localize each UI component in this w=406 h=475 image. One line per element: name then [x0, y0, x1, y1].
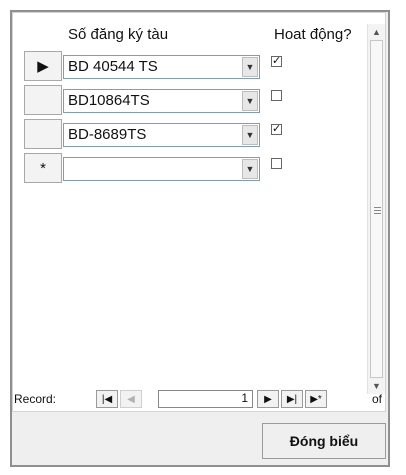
- record-of-label: of: [372, 392, 383, 406]
- close-form-button[interactable]: Đóng biểu: [262, 423, 386, 459]
- record-label: Record:: [14, 392, 57, 406]
- vessel-value: BD 40544 TS: [68, 58, 158, 75]
- active-checkbox-1[interactable]: ✓: [271, 56, 282, 67]
- record-navigation-bar: Record: |◀ ◀ 1 ▶ ▶| ▶* of: [14, 388, 382, 410]
- record-selector-current[interactable]: ▶: [24, 51, 62, 81]
- next-record-icon[interactable]: ▶: [257, 390, 279, 408]
- dropdown-arrow-icon[interactable]: ▼: [242, 159, 258, 179]
- record-number-input[interactable]: 1: [158, 390, 253, 408]
- vessel-value: BD10864TS: [68, 92, 150, 109]
- record-selector-new[interactable]: *: [24, 153, 62, 183]
- first-record-icon[interactable]: |◀: [96, 390, 118, 408]
- last-record-icon[interactable]: ▶|: [281, 390, 303, 408]
- column-header-active: Hoat động?: [274, 26, 352, 43]
- dropdown-arrow-icon[interactable]: ▼: [242, 125, 258, 145]
- scrollbar-grip-icon: [374, 210, 381, 211]
- vertical-scrollbar[interactable]: ▲ ▼: [367, 24, 385, 394]
- record-selector[interactable]: [24, 119, 62, 149]
- vessel-combo-3[interactable]: BD-8689TS ▼: [63, 123, 260, 147]
- active-checkbox-3[interactable]: ✓: [271, 124, 282, 135]
- scrollbar-grip-icon: [374, 213, 381, 214]
- vessel-combo-1[interactable]: BD 40544 TS ▼: [63, 55, 260, 79]
- prev-record-icon[interactable]: ◀: [120, 390, 142, 408]
- scrollbar-thumb[interactable]: [370, 40, 383, 378]
- record-selector[interactable]: [24, 85, 62, 115]
- vessel-value: BD-8689TS: [68, 126, 147, 143]
- dropdown-arrow-icon[interactable]: ▼: [242, 91, 258, 111]
- vessel-combo-new[interactable]: ▼: [63, 157, 260, 181]
- scroll-up-arrow-icon[interactable]: ▲: [368, 24, 385, 40]
- active-checkbox-new[interactable]: [271, 158, 282, 169]
- active-checkbox-2[interactable]: [271, 90, 282, 101]
- new-record-icon[interactable]: ▶*: [305, 390, 327, 408]
- vessel-combo-2[interactable]: BD10864TS ▼: [63, 89, 260, 113]
- scrollbar-grip-icon: [374, 207, 381, 208]
- dropdown-arrow-icon[interactable]: ▼: [242, 57, 258, 77]
- column-header-vessel-reg-no: Số đăng ký tàu: [68, 26, 169, 43]
